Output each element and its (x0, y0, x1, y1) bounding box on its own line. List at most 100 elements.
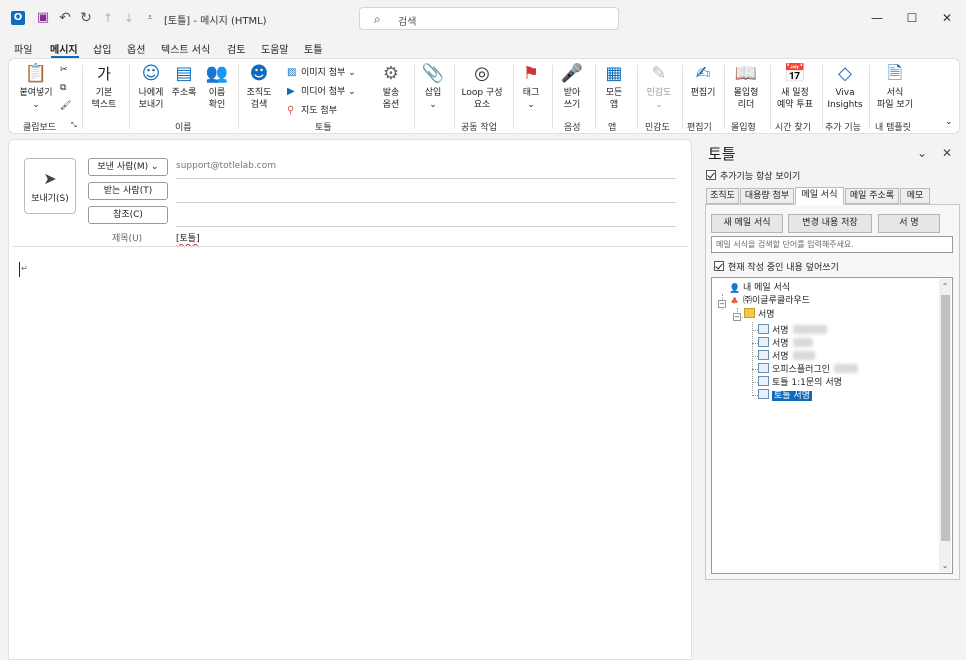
tree-label: 서명 (772, 339, 789, 349)
tab-message[interactable]: 메시지 (50, 41, 78, 56)
always-show-checkbox[interactable]: 추가기능 항상 보이기 (706, 169, 800, 182)
scroll-thumb[interactable] (941, 295, 950, 541)
send-to-me-button[interactable]: ☺ 나에게 보내기 (133, 63, 169, 111)
tree-item-signature[interactable]: 서명 (758, 350, 815, 362)
tags-button[interactable]: ⚑ 태그 ⌄ (517, 63, 545, 111)
group-label-editor: 편집기 (687, 123, 712, 133)
all-apps-button[interactable]: ▦ 모든 앱 (599, 63, 629, 111)
next-item-icon[interactable]: ↓ (122, 11, 136, 25)
send-options-button[interactable]: ⚙ 발송 옵션 (373, 63, 409, 111)
address-book-button[interactable]: ▤ 주소록 (168, 63, 200, 99)
undo-icon[interactable]: ↶ (58, 11, 72, 25)
loop-component-button[interactable]: ◎ Loop 구성 요소 (457, 63, 507, 111)
collapse-icon[interactable]: − (718, 300, 726, 308)
attach-media-button[interactable]: ▶ 미디어 첨부 ⌄ (287, 84, 356, 97)
clipboard-launcher-icon[interactable]: ⤡ (71, 121, 77, 130)
tree-my-templates[interactable]: 👤 내 메일 서식 (729, 282, 790, 294)
from-underline (176, 178, 676, 179)
tree-scrollbar[interactable]: ⌃ ⌄ (939, 279, 951, 572)
template-search-input[interactable]: 메일 서식을 검색할 단어를 입력해주세요. (711, 236, 953, 253)
attach-image-button[interactable]: ▨ 이미지 첨부 ⌄ (287, 65, 356, 78)
templates-label-2: 파일 보기 (877, 100, 913, 110)
pane-tab-address-book[interactable]: 메일 주소록 (845, 188, 899, 204)
pane-tab-memo[interactable]: 메모 (900, 188, 930, 204)
separator (724, 65, 725, 129)
to-button[interactable]: 받는 사람(T) (88, 182, 168, 200)
media-play-icon: ▶ (287, 86, 295, 97)
previous-item-icon[interactable]: ↑ (101, 11, 115, 25)
flag-icon: ⚑ (522, 63, 540, 84)
maximize-button[interactable]: ☐ (897, 4, 927, 32)
tree-item-signature[interactable]: 서명 (758, 324, 827, 336)
basic-text-button[interactable]: 가 기본 텍스트 (85, 63, 123, 111)
tree-label: 서명 (772, 326, 789, 336)
new-template-button[interactable]: 새 메일 서식 (711, 214, 783, 233)
cut-icon[interactable]: ✂ (60, 65, 68, 75)
editor-button[interactable]: ✍ 편집기 (686, 63, 720, 99)
tree-item-signature[interactable]: 서명 (758, 337, 813, 349)
from-button[interactable]: 보낸 사람(M) ⌄ (88, 158, 168, 176)
save-changes-button[interactable]: 변경 내용 저장 (788, 214, 872, 233)
subject-field[interactable]: [토틀] (176, 231, 200, 244)
overwrite-checkbox[interactable]: 현재 작성 중인 내용 덮어쓰기 (714, 260, 839, 273)
to-field[interactable] (176, 202, 676, 203)
tab-help[interactable]: 도움말 (261, 41, 289, 56)
check-names-label: 이름 (208, 88, 226, 98)
close-window-button[interactable]: ✕ (932, 4, 962, 32)
search-box[interactable]: ⌕ 검색 (359, 7, 619, 30)
editor-pen-icon: ✍ (695, 63, 711, 84)
scroll-up-icon[interactable]: ⌃ (939, 281, 951, 293)
all-apps-label: 모든 (605, 88, 623, 98)
pane-tab-large-attachment[interactable]: 대용량 첨부 (740, 188, 794, 204)
view-templates-button[interactable]: 🗎 서식 파일 보기 (873, 63, 917, 111)
customize-quick-access-icon[interactable]: ⩡ (143, 11, 157, 25)
tab-format-text[interactable]: 텍스트 서식 (161, 41, 210, 56)
document-icon (758, 324, 769, 334)
tab-file[interactable]: 파일 (14, 41, 32, 56)
redo-icon[interactable]: ↻ (79, 11, 93, 25)
immersive-reader-button[interactable]: 📖 몰입형 리더 (728, 63, 764, 111)
dropdown-arrow-icon: ⌄ (527, 100, 535, 110)
new-poll-button[interactable]: 📅 새 일정 예약 투표 (773, 63, 817, 111)
org-search-button[interactable]: ☻ 조직도 검색 (242, 63, 276, 111)
tab-totle[interactable]: 토틀 (304, 41, 322, 56)
dictate-button[interactable]: 🎤 받아 쓰기 (557, 63, 587, 111)
pane-collapse-icon[interactable]: ⌄ (917, 146, 927, 160)
viva-insights-button[interactable]: ◇ Viva Insights (825, 63, 865, 111)
pane-close-icon[interactable]: ✕ (942, 146, 952, 160)
attach-map-label: 지도 첨부 (301, 106, 337, 116)
scroll-down-icon[interactable]: ⌄ (939, 560, 951, 572)
save-icon[interactable]: ▣ (36, 11, 50, 25)
group-label-addins: 추가 기능 (825, 123, 861, 133)
cc-field[interactable] (176, 226, 676, 227)
collapse-icon[interactable]: − (733, 313, 741, 321)
attach-map-button[interactable]: ⚲ 지도 첨부 (287, 103, 337, 116)
template-tree[interactable]: 👤 내 메일 서식 − ♣ ㈜이글루클라우드 − 서명 서명 서명 서명 오피스플러… (711, 277, 953, 574)
check-names-button[interactable]: 👥 이름 확인 (202, 63, 232, 111)
separator (637, 65, 638, 129)
tab-review[interactable]: 검토 (227, 41, 245, 56)
tree-item-totle-signature[interactable]: 토틀 서명 (758, 389, 812, 401)
ribbon-expand-icon[interactable]: ⌄ (945, 117, 953, 127)
pane-tab-mail-template[interactable]: 메일 서식 (795, 187, 844, 205)
tree-company[interactable]: ♣ ㈜이글루클라우드 (729, 295, 810, 307)
copy-icon[interactable]: ⧉ (60, 83, 66, 93)
send-button[interactable]: ➤ 보내기(S) (24, 158, 76, 214)
basic-text-label: 기본 (95, 88, 113, 98)
dropdown-arrow-icon: ⌄ (32, 100, 40, 110)
separator (129, 65, 130, 129)
tab-insert[interactable]: 삽입 (93, 41, 111, 56)
insert-button[interactable]: 📎 삽입 ⌄ (417, 63, 449, 111)
tree-item-totle-inquiry[interactable]: 토틀 1:1문의 서명 (758, 376, 842, 388)
tree-item-office-plugin[interactable]: 오피스플러그인 (758, 363, 858, 375)
tab-options[interactable]: 옵션 (127, 41, 145, 56)
signature-button[interactable]: 서 명 (878, 214, 940, 233)
cc-button[interactable]: 참조(C) (88, 206, 168, 224)
minimize-button[interactable]: — (862, 4, 892, 32)
pane-tab-org[interactable]: 조직도 (706, 188, 739, 204)
send-gear-icon: ⚙ (382, 63, 400, 84)
paste-button[interactable]: 📋 붙여넣기 ⌄ (15, 63, 57, 111)
sensitivity-button[interactable]: ✎ 민감도 ⌄ (641, 63, 677, 111)
format-painter-icon[interactable]: 🖌 (60, 101, 71, 111)
tree-signature-folder[interactable]: 서명 (744, 308, 775, 320)
